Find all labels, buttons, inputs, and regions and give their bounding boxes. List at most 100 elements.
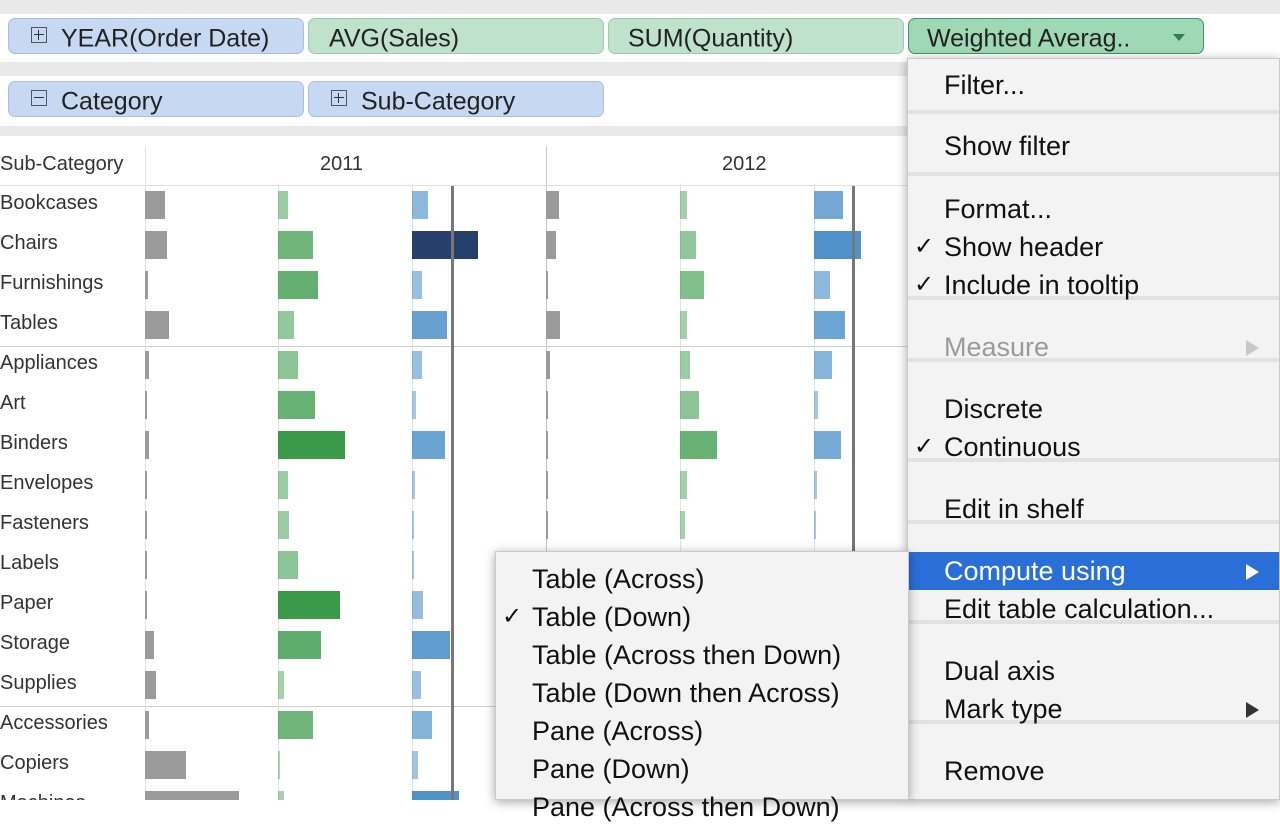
weighted-average-bar[interactable] — [814, 191, 843, 219]
avg-sales-bar[interactable] — [145, 471, 147, 499]
pill-weighted-average[interactable]: Weighted Averag.. — [908, 18, 1204, 54]
sum-quantity-bar[interactable] — [278, 431, 345, 459]
sum-quantity-bar[interactable] — [278, 711, 313, 739]
avg-sales-bar[interactable] — [145, 591, 147, 619]
avg-sales-bar[interactable] — [546, 191, 559, 219]
submenu-item-pane-down[interactable]: Pane (Down) — [496, 750, 908, 788]
weighted-average-bar[interactable] — [412, 511, 414, 539]
weighted-average-bar[interactable] — [814, 391, 818, 419]
sum-quantity-bar[interactable] — [680, 471, 687, 499]
avg-sales-bar[interactable] — [546, 471, 548, 499]
weighted-average-bar[interactable] — [412, 351, 422, 379]
avg-sales-bar[interactable] — [546, 431, 548, 459]
submenu-item-table-down-then-across[interactable]: Table (Down then Across) — [496, 674, 908, 712]
sum-quantity-bar[interactable] — [278, 391, 315, 419]
pill-sum-quantity[interactable]: SUM(Quantity) — [608, 18, 904, 54]
menu-item-remove[interactable]: Remove — [908, 752, 1279, 790]
menu-item-format[interactable]: Format... — [908, 190, 1279, 228]
sum-quantity-bar[interactable] — [680, 351, 690, 379]
weighted-average-bar[interactable] — [814, 351, 832, 379]
sum-quantity-bar[interactable] — [278, 751, 280, 779]
reference-line[interactable] — [451, 186, 454, 800]
submenu-item-table-across-then-down[interactable]: Table (Across then Down) — [496, 636, 908, 674]
sum-quantity-bar[interactable] — [278, 671, 284, 699]
dropdown-caret-icon[interactable] — [1173, 34, 1185, 41]
expand-icon[interactable] — [31, 27, 47, 44]
avg-sales-bar[interactable] — [546, 311, 560, 339]
menu-item-dual-axis[interactable]: Dual axis — [908, 652, 1279, 690]
menu-item-compute-using[interactable]: Compute using — [908, 552, 1279, 590]
sum-quantity-bar[interactable] — [278, 351, 298, 379]
sum-quantity-bar[interactable] — [278, 191, 288, 219]
weighted-average-bar[interactable] — [814, 511, 816, 539]
avg-sales-bar[interactable] — [145, 391, 147, 419]
menu-item-show-header[interactable]: ✓ Show header — [908, 228, 1279, 266]
avg-sales-bar[interactable] — [546, 231, 556, 259]
sum-quantity-bar[interactable] — [278, 311, 294, 339]
avg-sales-bar[interactable] — [546, 391, 548, 419]
sum-quantity-bar[interactable] — [680, 191, 687, 219]
avg-sales-bar[interactable] — [145, 511, 147, 539]
avg-sales-bar[interactable] — [145, 351, 149, 379]
weighted-average-bar[interactable] — [412, 191, 428, 219]
submenu-item-table-down[interactable]: ✓ Table (Down) — [496, 598, 908, 636]
pill-category[interactable]: Category — [8, 81, 304, 117]
sum-quantity-bar[interactable] — [278, 551, 298, 579]
weighted-average-bar[interactable] — [412, 231, 478, 259]
weighted-average-bar[interactable] — [412, 671, 421, 699]
weighted-average-bar[interactable] — [412, 391, 416, 419]
sum-quantity-bar[interactable] — [278, 631, 321, 659]
avg-sales-bar[interactable] — [145, 631, 154, 659]
weighted-average-bar[interactable] — [412, 591, 423, 619]
menu-item-show-filter[interactable]: Show filter — [908, 127, 1279, 165]
sum-quantity-bar[interactable] — [680, 311, 687, 339]
pill-avg-sales[interactable]: AVG(Sales) — [308, 18, 604, 54]
avg-sales-bar[interactable] — [145, 431, 149, 459]
sum-quantity-bar[interactable] — [680, 271, 704, 299]
submenu-item-pane-across-then-down[interactable]: Pane (Across then Down) — [496, 788, 908, 826]
weighted-average-bar[interactable] — [412, 471, 415, 499]
submenu-item-table-across[interactable]: Table (Across) — [496, 560, 908, 598]
avg-sales-bar[interactable] — [145, 671, 156, 699]
avg-sales-bar[interactable] — [145, 271, 148, 299]
menu-item-filter[interactable]: Filter... — [908, 66, 1279, 104]
avg-sales-bar[interactable] — [145, 231, 167, 259]
weighted-average-bar[interactable] — [412, 711, 432, 739]
expand-icon[interactable] — [331, 90, 347, 107]
menu-item-continuous[interactable]: ✓ Continuous — [908, 428, 1279, 466]
weighted-average-bar[interactable] — [814, 271, 830, 299]
sum-quantity-bar[interactable] — [680, 431, 717, 459]
avg-sales-bar[interactable] — [145, 551, 147, 579]
collapse-icon[interactable] — [31, 90, 47, 107]
weighted-average-bar[interactable] — [814, 471, 817, 499]
sum-quantity-bar[interactable] — [278, 511, 289, 539]
weighted-average-bar[interactable] — [412, 631, 450, 659]
avg-sales-bar[interactable] — [546, 511, 548, 539]
sum-quantity-bar[interactable] — [278, 471, 288, 499]
menu-item-discrete[interactable]: Discrete — [908, 390, 1279, 428]
menu-item-edit-table-calculation[interactable]: Edit table calculation... — [908, 590, 1279, 628]
avg-sales-bar[interactable] — [145, 311, 169, 339]
weighted-average-bar[interactable] — [814, 431, 841, 459]
avg-sales-bar[interactable] — [145, 791, 239, 800]
menu-item-edit-in-shelf[interactable]: Edit in shelf — [908, 490, 1279, 528]
pill-sub-category[interactable]: Sub-Category — [308, 81, 604, 117]
menu-item-include-in-tooltip[interactable]: ✓ Include in tooltip — [908, 266, 1279, 304]
weighted-average-bar[interactable] — [412, 271, 422, 299]
weighted-average-bar[interactable] — [814, 311, 845, 339]
sum-quantity-bar[interactable] — [278, 591, 340, 619]
sum-quantity-bar[interactable] — [278, 231, 313, 259]
sum-quantity-bar[interactable] — [680, 231, 696, 259]
weighted-average-bar[interactable] — [412, 551, 414, 579]
avg-sales-bar[interactable] — [145, 751, 186, 779]
weighted-average-bar[interactable] — [412, 751, 418, 779]
sum-quantity-bar[interactable] — [680, 511, 685, 539]
submenu-item-pane-across[interactable]: Pane (Across) — [496, 712, 908, 750]
sum-quantity-bar[interactable] — [680, 391, 699, 419]
sum-quantity-bar[interactable] — [278, 271, 318, 299]
avg-sales-bar[interactable] — [145, 711, 149, 739]
sum-quantity-bar[interactable] — [278, 791, 284, 800]
avg-sales-bar[interactable] — [546, 271, 548, 299]
weighted-average-bar[interactable] — [412, 431, 445, 459]
pill-year-order-date[interactable]: YEAR(Order Date) — [8, 18, 304, 54]
